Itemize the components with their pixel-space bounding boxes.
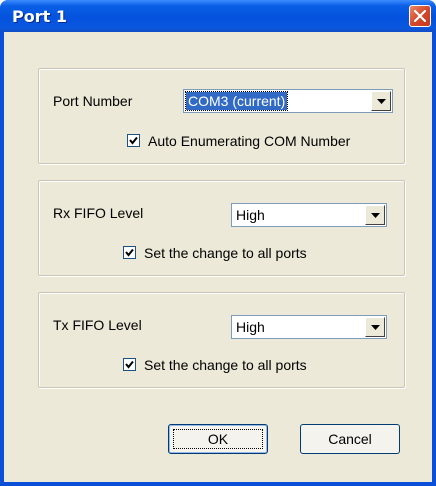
rx-fifo-select[interactable]: High [231, 203, 387, 227]
rx-fifo-group: Rx FIFO Level High Set the change to all… [38, 180, 405, 276]
close-icon [414, 10, 426, 22]
port-number-dropdown-button[interactable] [371, 91, 391, 111]
auto-enumerating-checkbox[interactable] [127, 134, 140, 147]
tx-fifo-label: Tx FIFO Level [53, 317, 142, 333]
tx-fifo-group: Tx FIFO Level High Set the change to all… [38, 292, 405, 388]
tx-apply-all-checkbox[interactable] [123, 358, 136, 371]
chevron-down-icon [371, 325, 380, 330]
chevron-down-icon [377, 99, 386, 104]
rx-fifo-dropdown-button[interactable] [365, 205, 385, 225]
rx-apply-all-checkbox[interactable] [123, 246, 136, 259]
close-button[interactable] [409, 5, 431, 27]
tx-fifo-dropdown-button[interactable] [365, 317, 385, 337]
chevron-down-icon [371, 213, 380, 218]
checkmark-icon [129, 136, 138, 145]
auto-enumerating-label: Auto Enumerating COM Number [148, 133, 351, 149]
rx-fifo-value: High [236, 207, 265, 223]
checkmark-icon [125, 248, 134, 257]
dialog-window: Port 1 Port Number COM3 (current) Auto E… [0, 0, 436, 486]
ok-button[interactable]: OK [168, 424, 268, 454]
cancel-button[interactable]: Cancel [300, 424, 400, 454]
focus-rectangle [173, 429, 263, 449]
cancel-button-label: Cancel [328, 431, 372, 447]
port-number-select[interactable]: COM3 (current) [183, 89, 393, 113]
port-number-label: Port Number [53, 93, 133, 109]
checkmark-icon [125, 360, 134, 369]
tx-fifo-value: High [236, 319, 265, 335]
window-title: Port 1 [12, 7, 67, 26]
rx-apply-all-label: Set the change to all ports [144, 245, 307, 261]
port-number-value: COM3 (current) [184, 91, 289, 111]
title-bar[interactable]: Port 1 [0, 0, 436, 32]
tx-fifo-select[interactable]: High [231, 315, 387, 339]
tx-apply-all-label: Set the change to all ports [144, 357, 307, 373]
port-number-group: Port Number COM3 (current) Auto Enumerat… [38, 68, 405, 164]
rx-fifo-label: Rx FIFO Level [53, 205, 144, 221]
